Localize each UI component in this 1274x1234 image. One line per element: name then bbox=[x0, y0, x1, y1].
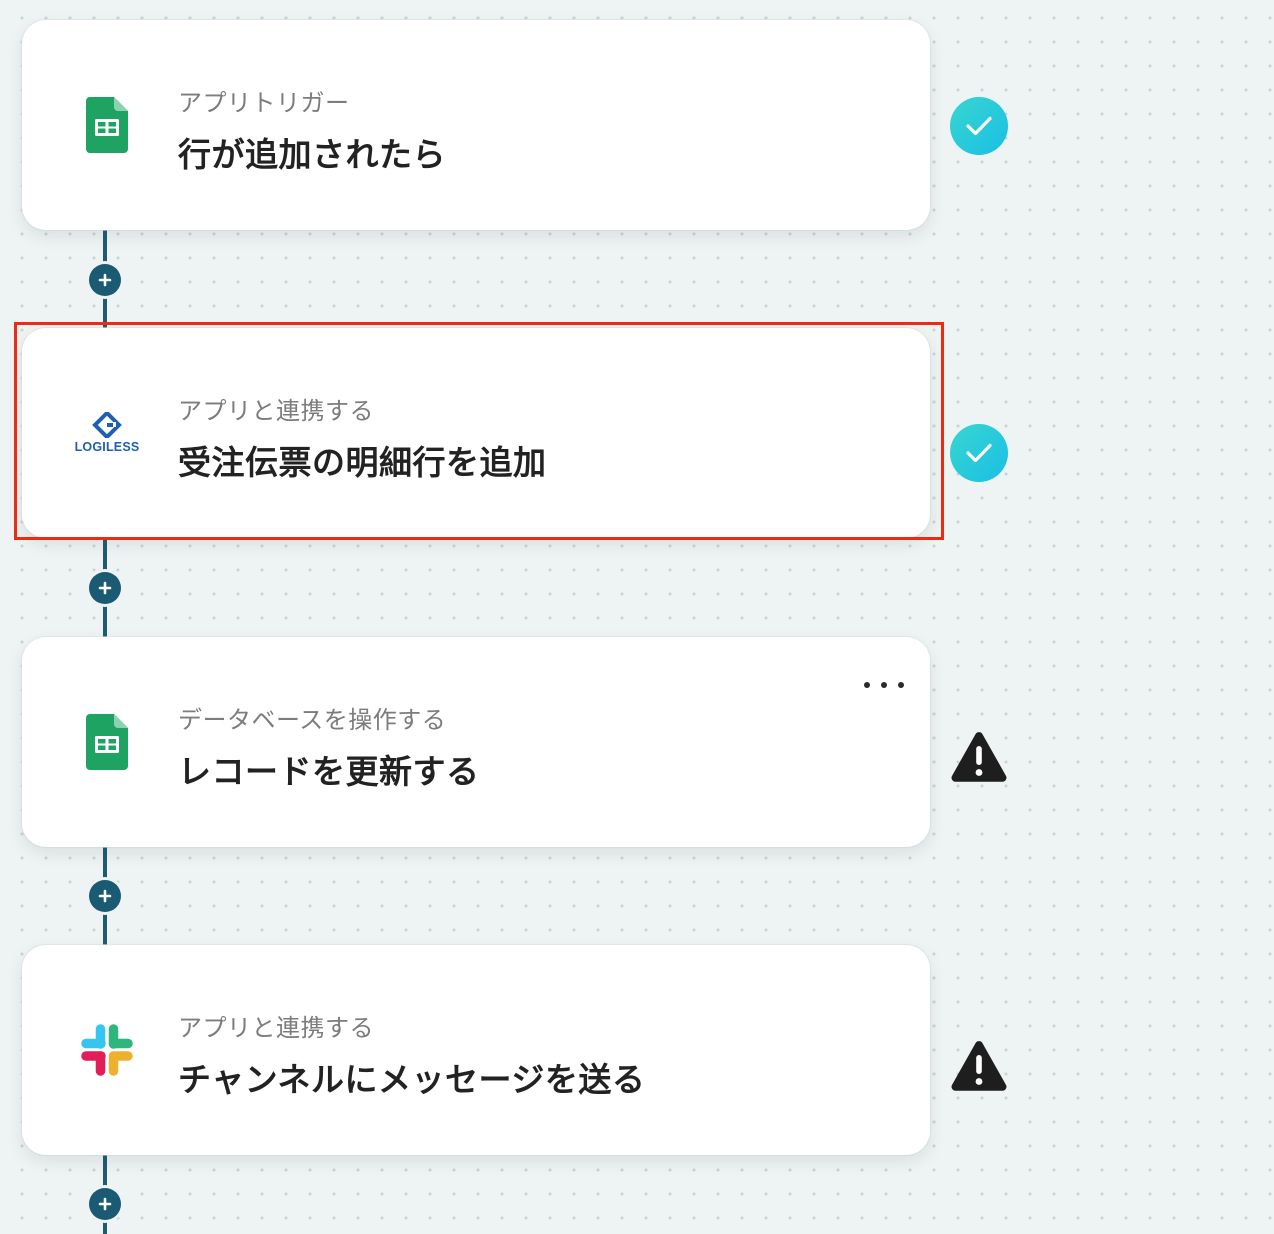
step-type-label: アプリと連携する bbox=[178, 1014, 374, 1042]
step-title: チャンネルにメッセージを送る bbox=[178, 1060, 646, 1099]
logiless-logo-text: LOGILESS bbox=[74, 440, 140, 454]
slack-icon bbox=[74, 1017, 140, 1083]
flow-step-card-database[interactable]: データベースを操作する レコードを更新する bbox=[22, 637, 930, 847]
plus-icon bbox=[98, 1197, 112, 1211]
more-options-button[interactable] bbox=[864, 675, 904, 695]
step-status-warning bbox=[950, 728, 1008, 786]
step-status-warning bbox=[950, 1037, 1008, 1095]
step-type-label: アプリトリガー bbox=[178, 89, 350, 117]
flow-step-card-logiless[interactable]: LOGILESS アプリと連携する 受注伝票の明細行を追加 bbox=[22, 328, 930, 538]
google-sheets-icon bbox=[74, 92, 140, 158]
step-type-label: データベースを操作する bbox=[178, 706, 447, 734]
step-status-complete bbox=[950, 424, 1008, 482]
step-title: レコードを更新する bbox=[178, 752, 480, 791]
add-step-button[interactable] bbox=[89, 572, 121, 604]
google-sheets-icon bbox=[74, 709, 140, 775]
add-step-button[interactable] bbox=[89, 264, 121, 296]
dot bbox=[898, 682, 904, 688]
plus-icon bbox=[98, 889, 112, 903]
add-step-button[interactable] bbox=[89, 880, 121, 912]
add-step-button[interactable] bbox=[89, 1188, 121, 1220]
flow-step-card-trigger[interactable]: アプリトリガー 行が追加されたら bbox=[22, 20, 930, 230]
flow-step-card-slack[interactable]: アプリと連携する チャンネルにメッセージを送る bbox=[22, 945, 930, 1155]
warning-icon bbox=[951, 1041, 1007, 1091]
step-title: 行が追加されたら bbox=[178, 135, 446, 174]
plus-icon bbox=[98, 581, 112, 595]
warning-icon bbox=[951, 732, 1007, 782]
dot bbox=[864, 682, 870, 688]
plus-icon bbox=[98, 273, 112, 287]
logiless-logo: LOGILESS bbox=[74, 400, 140, 466]
step-title: 受注伝票の明細行を追加 bbox=[178, 443, 547, 482]
step-status-complete bbox=[950, 97, 1008, 155]
check-circle-icon bbox=[950, 424, 1008, 482]
step-type-label: アプリと連携する bbox=[178, 397, 374, 425]
check-circle-icon bbox=[950, 97, 1008, 155]
dot bbox=[881, 682, 887, 688]
